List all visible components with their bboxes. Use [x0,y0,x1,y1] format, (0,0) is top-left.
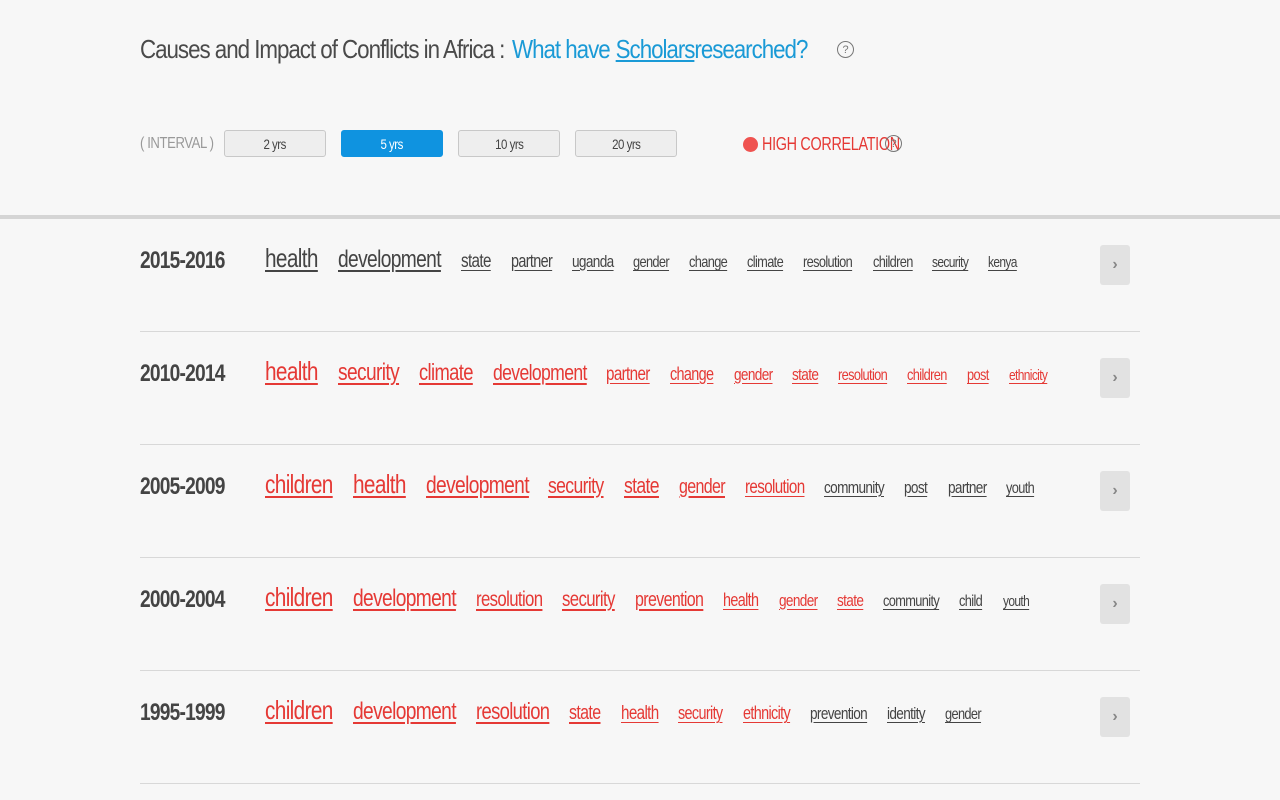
term-link[interactable]: change [670,364,714,385]
term-link[interactable]: gender [734,365,773,385]
term-link[interactable]: development [426,472,530,500]
term-link[interactable]: state [569,702,601,725]
term-link[interactable]: children [265,582,333,613]
term-link[interactable]: children [265,469,333,500]
term-link[interactable]: resolution [476,588,543,612]
period-label: 2005-2009 [140,473,225,500]
title-question-end: researched? [694,34,808,64]
term-link[interactable]: security [548,473,604,499]
term-link[interactable]: health [265,243,318,274]
term-link[interactable]: children [265,695,333,726]
page-title: Causes and Impact of Conflicts in Africa… [140,34,916,65]
scholars-link[interactable]: Scholars [616,34,696,65]
next-arrow-button[interactable]: › [1100,697,1130,737]
term-link[interactable]: children [873,254,913,272]
period-row: 1995-1999 children development resolution st… [140,671,1140,784]
period-row: 2015-2016 health development state partner ug… [140,219,1140,332]
term-link[interactable]: resolution [838,367,888,385]
term-link[interactable]: development [353,585,457,613]
term-link[interactable]: gender [779,591,818,611]
next-arrow-button[interactable]: › [1100,358,1130,398]
next-arrow-button[interactable]: › [1100,245,1130,285]
term-link[interactable]: health [723,590,759,611]
next-arrow-button[interactable]: › [1100,584,1130,624]
term-link[interactable]: state [837,591,864,611]
period-label: 1995-1999 [140,699,225,726]
term-link[interactable]: gender [679,476,726,499]
term-link[interactable]: resolution [476,698,550,725]
term-link[interactable]: children [907,367,947,385]
term-link[interactable]: gender [945,706,982,724]
term-link[interactable]: state [792,365,819,385]
interval-2yrs-button[interactable]: 2 yrs [224,130,326,157]
high-correlation-dot-icon [743,137,758,152]
term-link[interactable]: youth [1003,593,1030,610]
term-link[interactable]: community [883,593,940,611]
term-link[interactable]: development [353,698,457,726]
interval-label: ( INTERVAL ) [140,135,214,152]
term-link[interactable]: health [353,469,406,500]
high-correlation-legend: HIGH CORRELATION ? [743,134,902,155]
term-link[interactable]: partner [606,364,650,386]
term-link[interactable]: partner [511,251,553,272]
term-link[interactable]: post [967,367,989,385]
term-link[interactable]: post [904,478,928,498]
term-link[interactable]: prevention [810,704,868,724]
term-list: health security climate development partner c… [265,356,1097,396]
term-link[interactable]: state [461,251,491,273]
term-link[interactable]: partner [948,478,987,498]
term-link[interactable]: climate [419,359,473,386]
term-link[interactable]: change [689,254,728,272]
term-link[interactable]: kenya [988,254,1017,271]
term-link[interactable]: development [338,246,442,274]
term-link[interactable]: health [265,356,318,387]
interval-10yrs-button[interactable]: 10 yrs [458,130,560,157]
term-link[interactable]: security [678,703,723,724]
period-label: 2010-2014 [140,360,225,387]
term-link[interactable]: resolution [745,477,805,499]
page-header: Causes and Impact of Conflicts in Africa… [0,0,1280,218]
term-link[interactable]: community [824,478,885,498]
next-arrow-button[interactable]: › [1100,471,1130,511]
title-help-icon[interactable]: ? [837,41,854,58]
term-link[interactable]: identity [887,704,926,724]
term-link[interactable]: prevention [635,589,704,612]
term-list: health development state partner uganda gende… [265,243,1097,283]
term-link[interactable]: gender [633,254,670,272]
term-link[interactable]: ethnicity [1009,367,1048,384]
term-link[interactable]: ethnicity [743,703,791,724]
term-link[interactable]: resolution [803,254,853,272]
interval-5yrs-button[interactable]: 5 yrs [341,130,443,157]
term-link[interactable]: security [932,254,969,271]
period-row: 2010-2014 health security climate developmen… [140,332,1140,445]
term-list: children development resolution security pre… [265,582,1097,622]
term-link[interactable]: youth [1006,480,1035,498]
period-row: 2000-2004 children development resolution se… [140,558,1140,671]
term-link[interactable]: state [624,473,660,499]
period-row: 2005-2009 children health development securi… [140,445,1140,558]
interval-20yrs-button[interactable]: 20 yrs [575,130,677,157]
term-link[interactable]: climate [747,254,784,272]
term-list: children health development security state ge… [265,469,1097,509]
term-link[interactable]: health [621,703,659,725]
period-label: 2000-2004 [140,586,225,613]
term-link[interactable]: security [562,588,615,612]
correlation-help-icon[interactable]: ? [885,135,902,152]
term-link[interactable]: security [338,359,400,387]
term-link[interactable]: child [959,593,983,611]
term-link[interactable]: development [493,360,587,386]
term-list: children development resolution state health… [265,695,1097,735]
high-correlation-label: HIGH CORRELATION [762,134,900,154]
period-label: 2015-2016 [140,247,225,274]
term-link[interactable]: uganda [572,252,614,272]
title-main: Causes and Impact of Conflicts in Africa… [140,34,505,64]
title-question-start: What have [512,34,611,64]
